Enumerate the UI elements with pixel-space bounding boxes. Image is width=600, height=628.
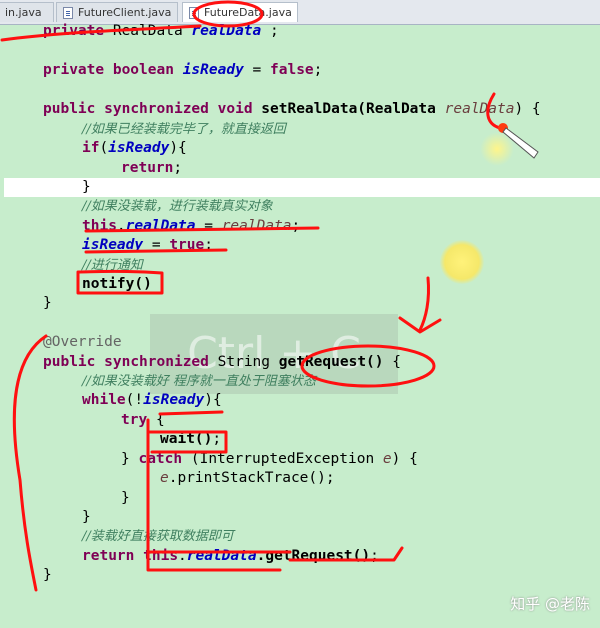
cursor-highlight xyxy=(440,240,484,284)
code-line-close-if: } xyxy=(82,179,91,195)
code-line-close-getrequest: } xyxy=(43,567,52,583)
code-comment-loaded: //如果已经装载完毕了，就直接返回 xyxy=(82,122,286,137)
code-line-3: public synchronized void setRealData(Rea… xyxy=(43,101,541,117)
java-file-icon xyxy=(63,6,73,19)
code-line-1: private RealData realData ; xyxy=(43,23,279,39)
code-comment-blocked: //如果没装载好 程序就一直处于阻塞状态 xyxy=(82,374,316,389)
code-line-2: private boolean isReady = false; xyxy=(43,62,323,78)
code-line-return: return; xyxy=(121,160,183,176)
code-line-wait: wait(); xyxy=(160,431,222,447)
tab-label: FutureClient.java xyxy=(78,6,172,19)
code-line-getrequest-decl: public synchronized String getRequest() … xyxy=(43,354,401,370)
code-comment-get-data: //装载好直接获取数据即可 xyxy=(82,529,234,544)
tab-label: FutureData.java xyxy=(204,6,292,19)
code-comment-notify: //进行通知 xyxy=(82,258,143,273)
code-line-assign-isready: isReady = true; xyxy=(82,237,213,253)
tab-futureclient-java[interactable]: FutureClient.java xyxy=(56,2,178,22)
tab-futuredata-java[interactable]: FutureData.java ✕ xyxy=(182,2,298,22)
code-line-while: while(!isReady){ xyxy=(82,392,222,408)
current-line-highlight xyxy=(4,178,600,197)
java-file-icon xyxy=(189,6,199,19)
code-line-close-method: } xyxy=(43,295,52,311)
code-comment-load: //如果没装载，进行装载真实对象 xyxy=(82,199,273,214)
code-annotation-override: @Override xyxy=(43,334,122,350)
code-editor[interactable]: Ctrl + C private RealData realData ; pri… xyxy=(0,23,600,628)
code-line-notify: notify() xyxy=(82,276,152,292)
pointer-highlight xyxy=(480,132,514,166)
code-line-if: if(isReady){ xyxy=(82,140,187,156)
code-line-catch: } catch (InterruptedException e) { xyxy=(121,451,418,467)
code-line-close-while: } xyxy=(82,509,91,525)
code-line-close-catch: } xyxy=(121,490,130,506)
tab-main-java[interactable]: in.java xyxy=(0,2,54,22)
brand-watermark: 知乎 @老陈 xyxy=(510,595,590,613)
tab-label: in.java xyxy=(5,6,42,19)
code-line-printstacktrace: e.printStackTrace(); xyxy=(160,470,335,486)
code-line-assign-realdata: this.realData = realData; xyxy=(82,218,301,234)
code-line-return-request: return this.realData.getRequest(); xyxy=(82,548,379,564)
code-line-try: try { xyxy=(121,412,165,428)
